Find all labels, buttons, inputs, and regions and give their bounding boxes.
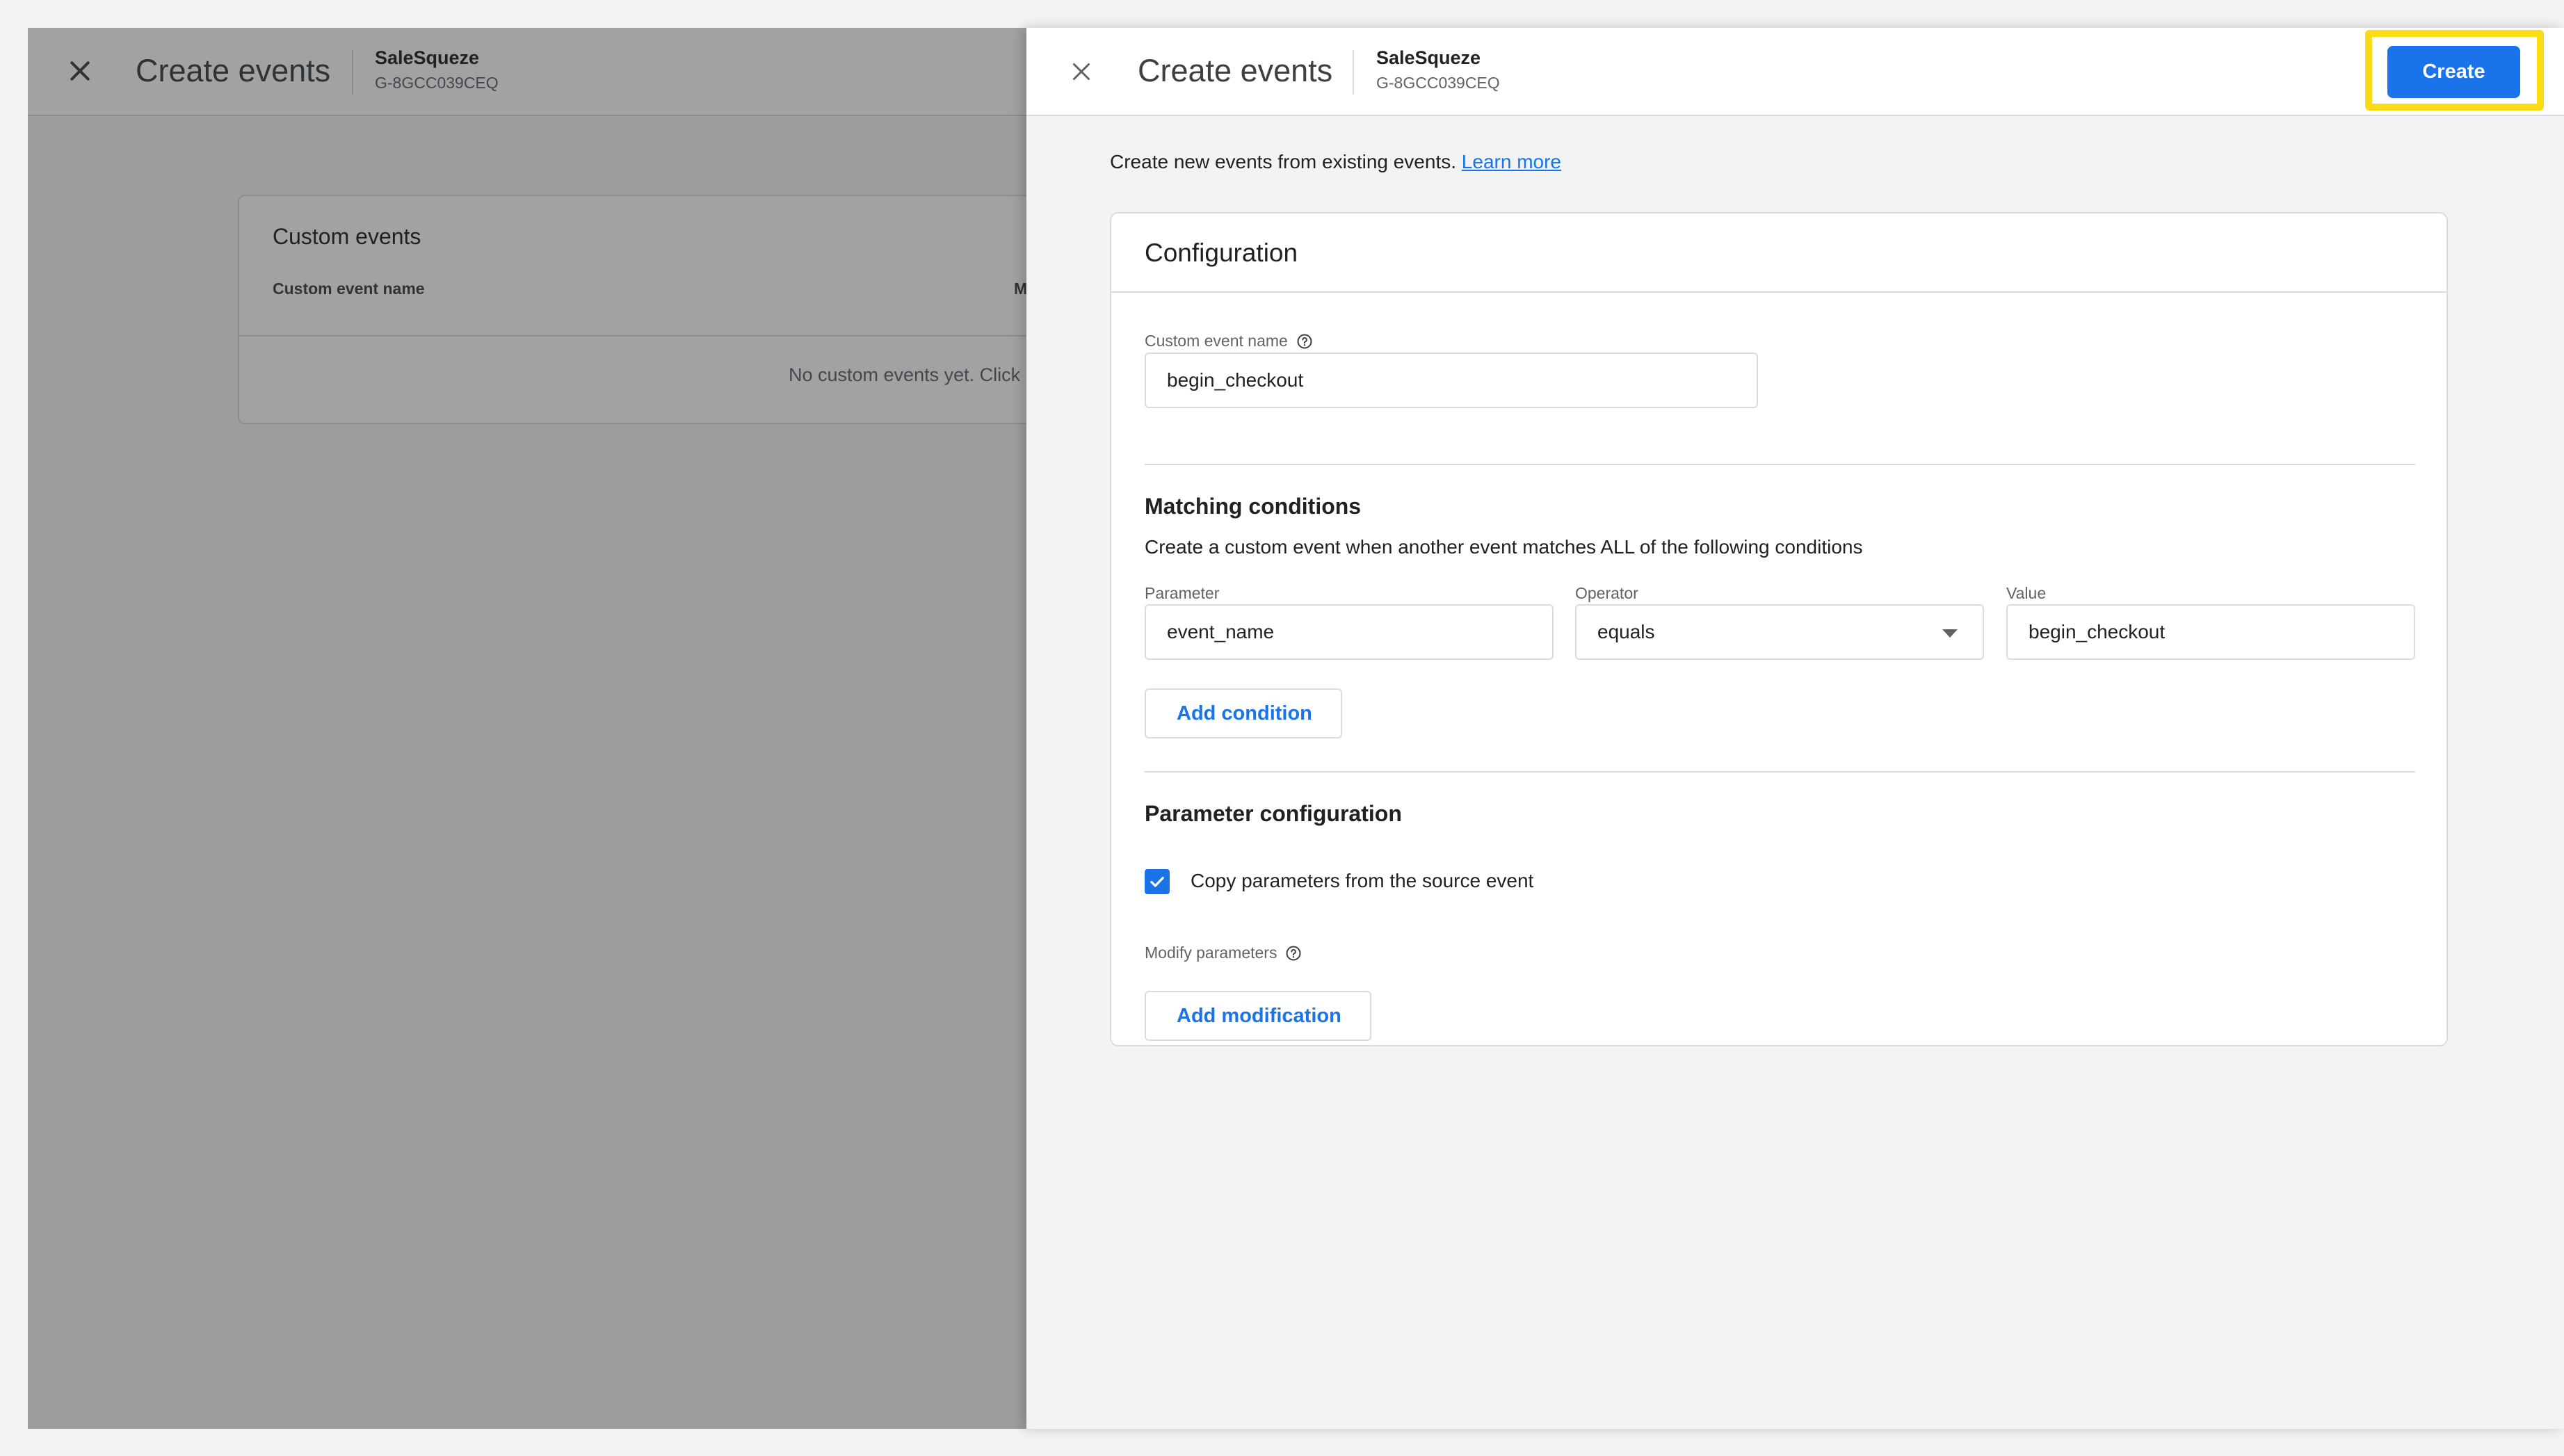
property-name: SaleSqueze — [1376, 47, 1481, 68]
add-condition-button[interactable]: Add condition — [1145, 688, 1342, 738]
configuration-card: Configuration Custom event name Matching… — [1110, 212, 2448, 1046]
checkmark-icon — [1150, 876, 1164, 887]
header-divider — [1353, 50, 1354, 95]
property-id: G-8GCC039CEQ — [1376, 74, 1500, 92]
value-input[interactable] — [2006, 604, 2415, 660]
section-divider — [1145, 771, 2415, 773]
modal-scrim[interactable] — [28, 28, 1026, 1429]
close-icon[interactable] — [1069, 59, 1094, 84]
drawer-header: Create events SaleSqueze G-8GCC039CEQ Cr… — [1026, 28, 2564, 116]
intro-description: Create new events from existing events. — [1110, 151, 1462, 172]
custom-event-name-label-text: Custom event name — [1145, 332, 1288, 350]
copy-parameters-checkbox[interactable] — [1145, 869, 1170, 894]
parameter-input[interactable] — [1145, 604, 1554, 660]
section-divider — [1145, 464, 2415, 465]
create-button[interactable]: Create — [2387, 46, 2520, 98]
copy-parameters-label[interactable]: Copy parameters from the source event — [1191, 870, 1533, 892]
add-modification-button[interactable]: Add modification — [1145, 991, 1371, 1041]
help-circle-icon[interactable] — [1296, 333, 1313, 350]
learn-more-link[interactable]: Learn more — [1462, 151, 1561, 172]
create-events-drawer: Create events SaleSqueze G-8GCC039CEQ Cr… — [1026, 28, 2564, 1429]
modify-parameters-label-text: Modify parameters — [1145, 944, 1277, 962]
drawer-title: Create events — [1138, 53, 1333, 88]
intro-text: Create new events from existing events. … — [1110, 151, 1561, 173]
operator-select[interactable]: equals — [1575, 604, 1984, 660]
matching-conditions-description: Create a custom event when another event… — [1145, 536, 1863, 558]
matching-conditions-title: Matching conditions — [1145, 494, 1362, 519]
value-label: Value — [2006, 584, 2047, 602]
help-circle-icon[interactable] — [1285, 945, 1302, 962]
parameter-configuration-title: Parameter configuration — [1145, 801, 1402, 826]
custom-event-name-label: Custom event name — [1145, 332, 1313, 350]
operator-label: Operator — [1575, 584, 1638, 602]
parameter-label: Parameter — [1145, 584, 1220, 602]
custom-event-name-input[interactable] — [1145, 353, 1758, 408]
modify-parameters-label: Modify parameters — [1145, 944, 1302, 962]
dropdown-arrow-icon — [1942, 629, 1958, 638]
screen: Create events SaleSqueze G-8GCC039CEQ Cu… — [0, 0, 2564, 1456]
operator-selected-value: equals — [1597, 621, 1655, 642]
configuration-title: Configuration — [1145, 238, 1298, 267]
configuration-divider — [1111, 291, 2446, 293]
